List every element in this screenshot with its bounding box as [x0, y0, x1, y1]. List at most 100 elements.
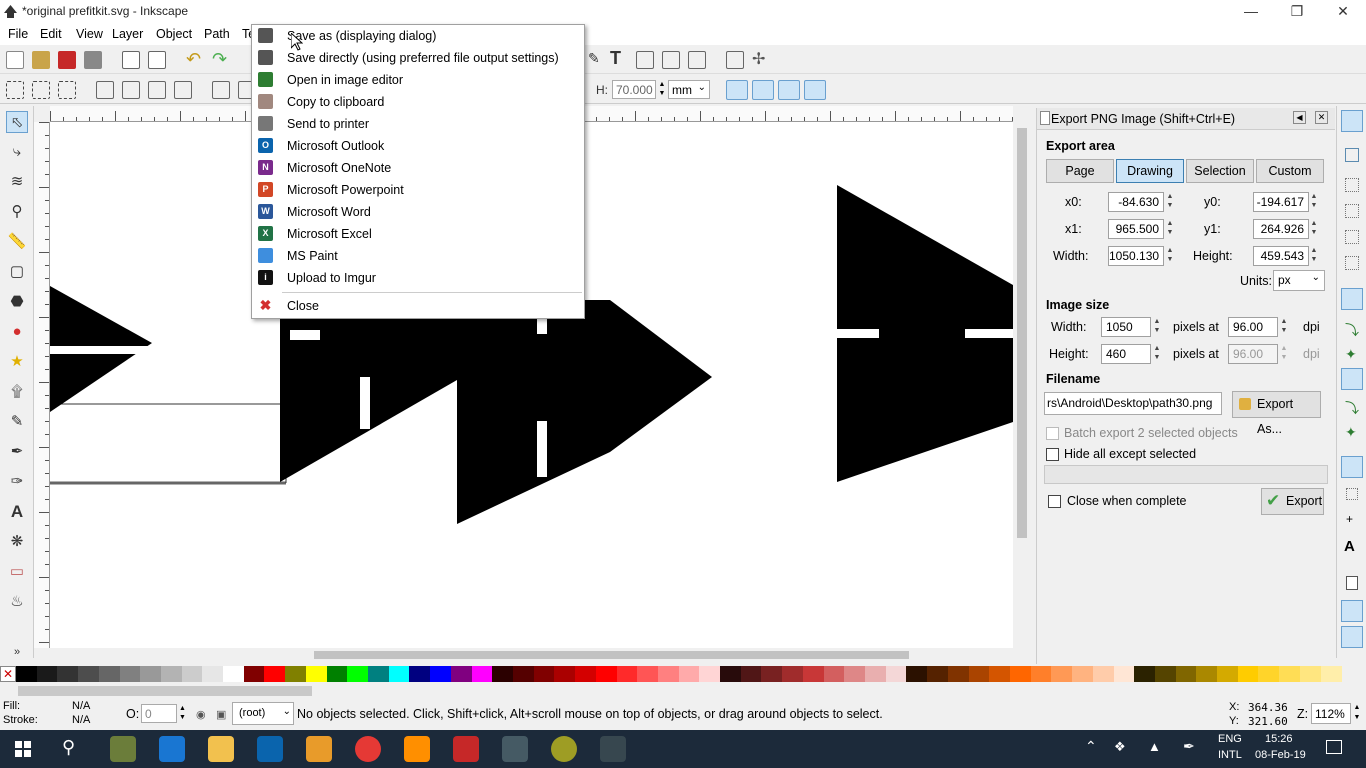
img-height-spinner[interactable]: ▲ ▼: [1152, 344, 1162, 364]
color-swatch[interactable]: [1175, 666, 1197, 682]
horizontal-scrollbar-thumb[interactable]: [314, 651, 909, 659]
chrome-icon[interactable]: [355, 736, 381, 762]
color-swatch[interactable]: [720, 666, 742, 682]
document-properties-icon[interactable]: [726, 51, 744, 69]
color-swatch[interactable]: [512, 666, 535, 682]
color-swatch[interactable]: [16, 666, 38, 682]
menu-item-powerpoint[interactable]: P Microsoft Powerpoint: [252, 179, 584, 201]
color-swatch[interactable]: [989, 666, 1011, 682]
img-width-spinner[interactable]: ▲ ▼: [1152, 317, 1162, 337]
color-swatch[interactable]: [1320, 666, 1342, 682]
select-all-layers-icon[interactable]: [32, 81, 50, 99]
restore-button[interactable]: ❐: [1274, 0, 1320, 24]
search-icon[interactable]: ⚲: [62, 737, 75, 758]
snap-toggle-icon[interactable]: [1341, 110, 1363, 132]
close-when-complete-checkbox[interactable]: [1048, 495, 1061, 508]
dropbox-icon[interactable]: ❖: [1114, 739, 1126, 755]
snap-paths-icon[interactable]: ⤵: [1345, 320, 1359, 340]
save-icon[interactable]: [58, 51, 76, 69]
more-tools-icon[interactable]: »: [6, 641, 28, 663]
color-swatch[interactable]: [637, 666, 659, 682]
inkscape-taskbar-icon[interactable]: [600, 736, 626, 762]
color-swatch[interactable]: [98, 666, 121, 682]
import-icon[interactable]: [122, 51, 140, 69]
dpi-width-input[interactable]: 96.00: [1228, 317, 1278, 337]
zoom-spinner[interactable]: ▲ ▼: [1352, 703, 1362, 724]
color-swatch[interactable]: [326, 666, 348, 682]
pencil-tool-icon[interactable]: ✎: [6, 411, 28, 433]
height-spinner[interactable]: ▲ ▼: [1309, 246, 1319, 266]
menu-item-send-printer[interactable]: Send to printer: [252, 113, 584, 135]
opacity-spinner[interactable]: ▲ ▼: [178, 704, 187, 723]
measure-tool-icon[interactable]: 📏: [6, 231, 28, 253]
lock-icon[interactable]: ▣: [216, 708, 226, 721]
scale-stroke-icon[interactable]: [726, 80, 748, 100]
tab-drawing[interactable]: Drawing: [1116, 159, 1184, 183]
select-all-icon[interactable]: [6, 81, 24, 99]
color-swatch[interactable]: [1217, 666, 1239, 682]
layer-select[interactable]: (root) ⌄: [232, 702, 294, 725]
unit-select[interactable]: mm ⌄: [668, 80, 710, 99]
snap-bbox-icon[interactable]: [1345, 148, 1359, 162]
height-spinner[interactable]: ▲ ▼: [657, 80, 667, 99]
print-icon[interactable]: [84, 51, 102, 69]
snap-bbox-centers-icon[interactable]: [1345, 256, 1359, 270]
color-swatch[interactable]: [1196, 666, 1218, 682]
file-explorer-icon[interactable]: [208, 736, 234, 762]
menu-item-close[interactable]: ✖ Close: [252, 295, 584, 317]
color-swatch[interactable]: [1030, 666, 1052, 682]
snap-bbox-corners-icon[interactable]: [1345, 204, 1359, 218]
y1-spinner[interactable]: ▲ ▼: [1309, 219, 1319, 239]
color-swatch[interactable]: [802, 666, 825, 682]
snap-cusp-nodes-icon[interactable]: [1341, 368, 1363, 390]
menu-item-word[interactable]: W Microsoft Word: [252, 201, 584, 223]
clock-date[interactable]: 08-Feb-19: [1255, 749, 1306, 761]
preferences-icon[interactable]: ✢: [752, 49, 765, 69]
pencil-tool-icon[interactable]: ✎: [588, 50, 600, 67]
menu-item-open-image-editor[interactable]: Open in image editor: [252, 69, 584, 91]
snap-centers-icon[interactable]: [1346, 488, 1358, 500]
palette-scrollbar[interactable]: [0, 684, 1366, 698]
move-gradients-icon[interactable]: [778, 80, 800, 100]
language-indicator[interactable]: ENG: [1218, 733, 1242, 745]
network-icon[interactable]: ▲: [1148, 739, 1161, 754]
color-swatch[interactable]: [305, 666, 328, 682]
opacity-input[interactable]: 0: [141, 704, 177, 723]
color-swatch[interactable]: [823, 666, 845, 682]
tweak-tool-icon[interactable]: ≋: [6, 171, 28, 193]
color-swatch[interactable]: [160, 666, 183, 682]
app-icon-1[interactable]: [110, 736, 136, 762]
width-spinner[interactable]: ▲ ▼: [1165, 246, 1175, 266]
menu-path[interactable]: Path: [204, 27, 230, 41]
color-swatch[interactable]: [1237, 666, 1259, 682]
snap-intersections-icon[interactable]: ✦: [1345, 346, 1357, 363]
snap-nodes-icon[interactable]: [1341, 288, 1363, 310]
open-folder-icon[interactable]: [32, 51, 50, 69]
flip-horizontal-icon[interactable]: [148, 81, 166, 99]
color-swatch[interactable]: [699, 666, 721, 682]
menu-edit[interactable]: Edit: [40, 27, 62, 41]
app-icon-10[interactable]: [551, 736, 577, 762]
color-swatch[interactable]: [1299, 666, 1322, 682]
snap-line-midpoints-icon[interactable]: ✦: [1345, 424, 1357, 441]
ellipse-tool-icon[interactable]: ●: [6, 321, 28, 343]
x0-input[interactable]: -84.630: [1108, 192, 1164, 212]
x0-spinner[interactable]: ▲ ▼: [1165, 192, 1175, 212]
snap-bbox-edges-icon[interactable]: [1345, 178, 1359, 192]
acrobat-icon[interactable]: [453, 736, 479, 762]
color-swatch[interactable]: [1092, 666, 1114, 682]
menu-item-outlook[interactable]: O Microsoft Outlook: [252, 135, 584, 157]
text-tool-icon[interactable]: T: [610, 48, 621, 69]
menu-item-imgur[interactable]: i Upload to Imgur: [252, 267, 584, 289]
img-width-input[interactable]: 1050: [1101, 317, 1151, 337]
node-tool-icon[interactable]: ⤷: [6, 141, 28, 163]
color-swatch[interactable]: [885, 666, 907, 682]
layers-icon[interactable]: [636, 51, 654, 69]
menu-item-copy-clipboard[interactable]: Copy to clipboard: [252, 91, 584, 113]
color-swatch[interactable]: [409, 666, 431, 682]
eraser-tool-icon[interactable]: ▭: [6, 561, 28, 583]
app-icon-9[interactable]: [502, 736, 528, 762]
menu-file[interactable]: File: [8, 27, 28, 41]
rotate-cw-icon[interactable]: [122, 81, 140, 99]
calligraphy-tool-icon[interactable]: ✑: [6, 471, 28, 493]
